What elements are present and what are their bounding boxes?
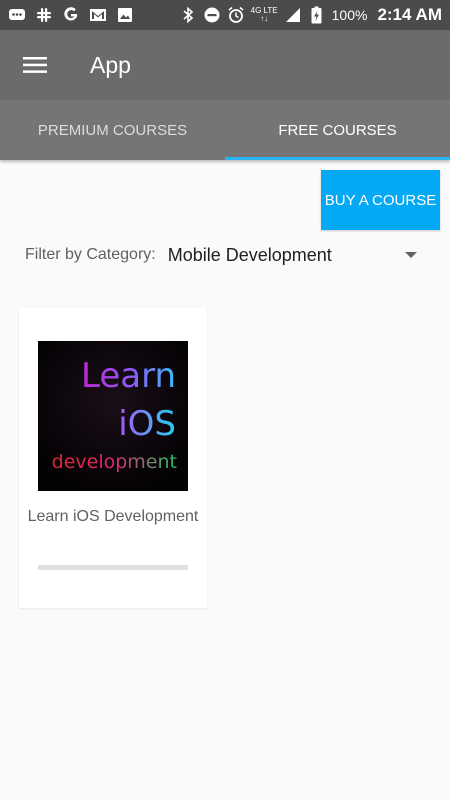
battery-charging-icon [308,6,326,24]
network-type-label: 4G LTE ↑↓ [250,6,278,23]
slack-icon [35,6,53,24]
bluetooth-icon [179,6,197,24]
course-card[interactable]: Learn iOS development Learn iOS Developm… [19,308,207,608]
notification-icons [8,6,134,24]
tab-premium-courses[interactable]: PREMIUM COURSES [0,100,225,160]
do-not-disturb-icon [203,6,221,24]
app-title: App [90,51,131,78]
alarm-icon [227,6,245,24]
gmail-icon [89,6,107,24]
category-select[interactable]: Mobile Development [168,240,425,270]
signal-icon [284,6,302,24]
tab-free-courses[interactable]: FREE COURSES [225,100,450,160]
thumb-line-learn: Learn [81,356,176,396]
course-tabs: PREMIUM COURSES FREE COURSES [0,100,450,160]
hamburger-menu-icon[interactable] [0,30,70,100]
battery-percent: 100% [331,7,368,23]
clock-time: 2:14 AM [377,5,442,24]
message-icon [8,6,26,24]
course-title: Learn iOS Development [27,508,199,525]
category-select-value: Mobile Development [167,244,332,265]
category-filter: Filter by Category: Mobile Development [25,240,425,270]
thumb-line-ios: iOS [118,404,176,444]
image-icon [116,6,134,24]
status-bar: 4G LTE ↑↓ 100% 2:14 AM [0,0,450,30]
course-thumbnail: Learn iOS development [38,341,188,491]
dropdown-arrow-icon [405,252,417,258]
buy-course-button[interactable]: BUY A COURSE [321,170,440,230]
filter-label: Filter by Category: [25,246,156,263]
course-progress-bar [38,565,188,570]
app-bar: App [0,30,450,100]
google-icon [62,6,80,24]
thumb-line-development: development [52,451,177,473]
system-icons: 4G LTE ↑↓ 100% 2:14 AM [179,5,442,25]
